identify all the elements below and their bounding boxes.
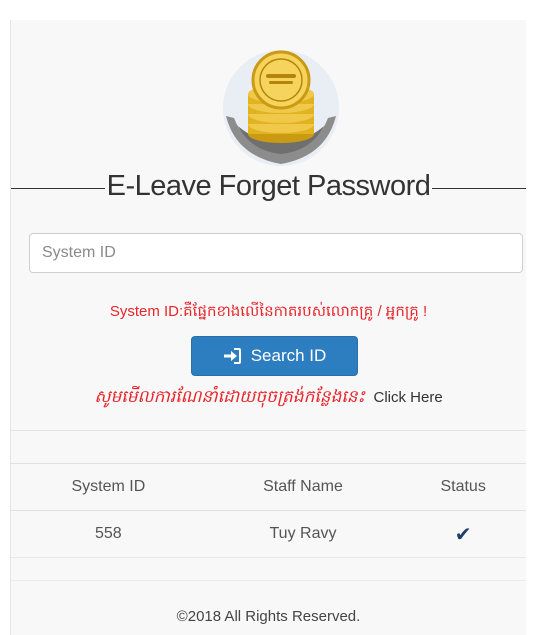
logo: [206, 46, 356, 172]
page-title-row: E-Leave Forget Password: [11, 170, 526, 204]
search-id-button[interactable]: Search ID: [191, 336, 358, 376]
staff-table: System ID Staff Name Status 558 Tuy Ravy…: [11, 463, 526, 558]
footer-divider: [11, 580, 526, 581]
click-here-link[interactable]: Click Here: [373, 389, 442, 406]
table-header-row: System ID Staff Name Status: [11, 463, 526, 511]
column-header-status: Status: [400, 463, 526, 511]
table-row[interactable]: 558 Tuy Ravy ✔: [11, 510, 526, 558]
column-header-system-id: System ID: [11, 463, 206, 511]
check-icon: ✔: [400, 510, 526, 558]
cell-staff-name: Tuy Ravy: [205, 510, 401, 558]
column-header-staff-name: Staff Name: [205, 463, 401, 511]
footer-copyright: ©2018 All Rights Reserved.: [176, 608, 361, 625]
forget-password-card: E-Leave Forget Password System ID:គឺផ្នែ…: [10, 20, 526, 635]
system-id-input[interactable]: [29, 233, 523, 273]
cell-system-id: 558: [11, 510, 206, 558]
page-title: E-Leave Forget Password: [104, 170, 433, 202]
help-text: សូមមើលការណែនាំដោយចុចត្រង់កន្លែងនេះ: [94, 387, 366, 406]
system-id-warning: System ID:គឺផ្នែកខាងលើនៃកាតរបស់លោកគ្រូ /…: [109, 303, 428, 320]
section-divider: [11, 430, 526, 431]
help-line: សូមមើលការណែនាំដោយចុចត្រង់កន្លែងនេះ Click…: [11, 386, 526, 411]
coin-stack-hands-logo: [223, 50, 339, 166]
sign-in-icon: [223, 348, 241, 364]
search-id-button-label: Search ID: [250, 346, 327, 365]
